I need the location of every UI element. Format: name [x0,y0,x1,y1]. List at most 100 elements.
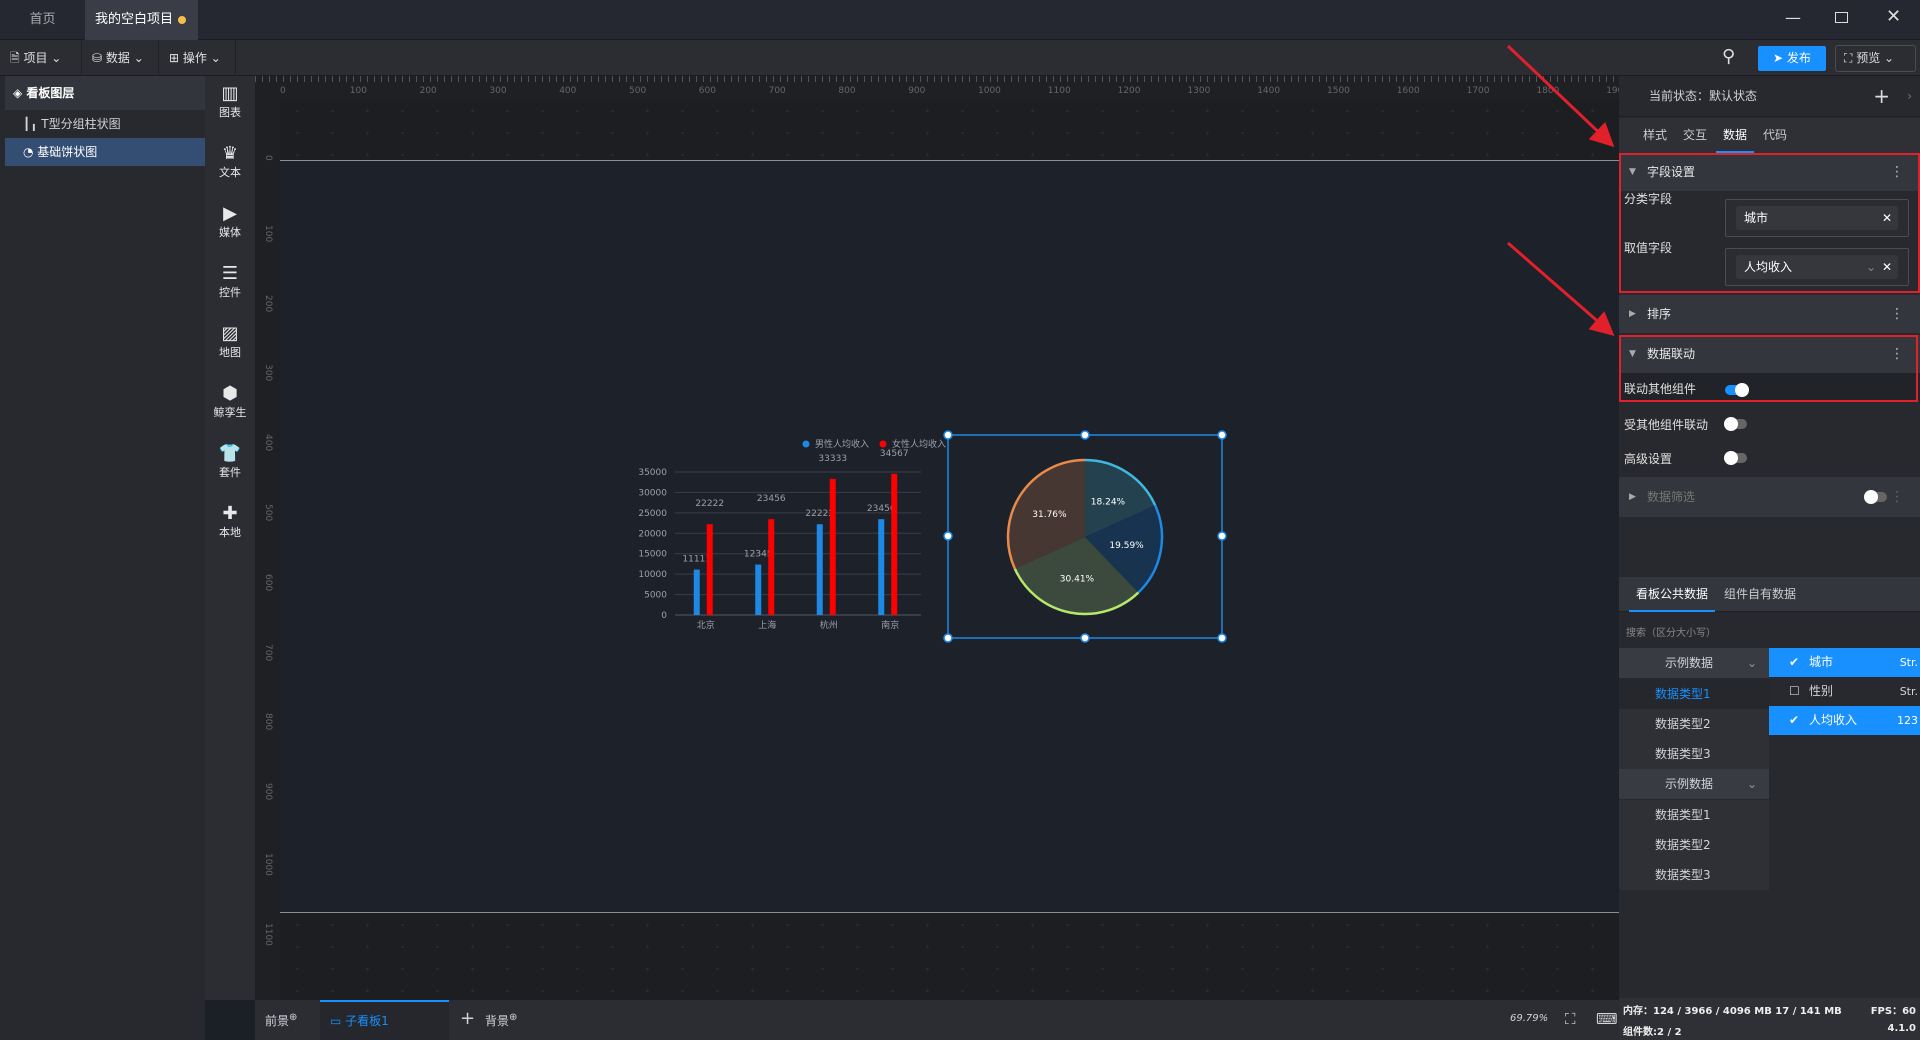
resize-handle[interactable] [943,633,953,643]
data-label: 34567 [880,449,909,459]
resize-handle[interactable] [943,531,953,541]
check-icon[interactable]: ✔ [1789,648,1799,677]
field-item[interactable]: ☐ 性别 Str. [1769,677,1920,706]
keyboard-icon[interactable]: ⌨ [1596,1010,1618,1028]
tree-item[interactable]: 数据类型2 [1619,709,1769,739]
legend-marker [802,440,810,448]
x-tick-label: 南京 [881,619,899,631]
filter-toggle[interactable] [1864,490,1887,504]
section-title: 数据联动 [1647,347,1696,361]
legend-marker [879,440,887,448]
section-data-linkage[interactable]: ▼ 数据联动 ⋮ [1619,335,1920,373]
bar[interactable] [829,478,836,615]
add-circle-icon[interactable]: ⊕ [289,1012,297,1023]
properties-panel: 当前状态：默认状态 + › 样式 交互 数据 代码 ▼ 字段设置 ⋮ 分类字段 城市 ✕ 取值… [1619,76,1920,1040]
resize-handle[interactable] [943,430,953,440]
chevron-down-icon: ⌄ [1746,777,1757,791]
foreground-tab[interactable]: 前景⊕ [265,1012,297,1029]
link-others-toggle[interactable] [1725,383,1749,397]
advanced-toggle[interactable] [1724,451,1747,465]
tree-item[interactable]: 数据类型3 [1619,860,1769,890]
resize-handle[interactable] [1217,430,1227,440]
tab-2[interactable]: 数据 [1716,118,1754,153]
y-tick-label: 0 [661,611,667,621]
category-field-select[interactable]: 城市 ✕ [1725,199,1909,237]
bar[interactable] [755,564,762,615]
bar[interactable] [768,519,775,615]
more-icon[interactable]: ⋮ [1890,477,1904,517]
state-label: 当前状态： [1649,89,1710,103]
tab-0[interactable]: 样式 [1636,118,1674,153]
background-tab[interactable]: 背景⊕ [485,1012,517,1029]
tree-group[interactable]: 示例数据 ⌄ [1619,769,1769,799]
bar[interactable] [878,519,885,615]
x-tick-label: 上海 [758,619,776,631]
tab-3[interactable]: 代码 [1756,118,1794,153]
field-item[interactable]: ✔ 人均收入 123 [1769,706,1920,735]
tree-item[interactable]: 数据类型3 [1619,739,1769,769]
tree-item[interactable]: 数据类型1 [1619,679,1769,709]
legend-label[interactable]: 男性人均收入 [815,438,869,450]
section-title: 排序 [1647,307,1672,321]
add-circle-icon[interactable]: ⊕ [509,1012,517,1023]
tree-group-label: 示例数据 [1665,656,1714,670]
tab-1[interactable]: 交互 [1676,118,1714,153]
more-icon[interactable]: ⋮ [1890,295,1904,333]
component-count-label: 组件数: [1623,1027,1657,1038]
state-row: 当前状态：默认状态 + › [1619,76,1920,117]
resize-handle[interactable] [1217,633,1227,643]
section-data-filter[interactable]: ▶ 数据筛选 ⋮ [1619,477,1920,517]
section-title: 字段设置 [1647,165,1696,179]
advanced-label: 高级设置 [1624,452,1673,466]
fps-label: FPS： [1870,1006,1903,1017]
legend-label[interactable]: 女性人均收入 [892,438,946,450]
check-icon[interactable]: ✔ [1789,706,1799,735]
caret-right-icon: ▶ [1629,492,1636,502]
bar[interactable] [816,524,823,615]
tree-item[interactable]: 数据类型1 [1619,800,1769,830]
field-item[interactable]: ✔ 城市 Str. [1769,648,1920,677]
section-sort[interactable]: ▶ 排序 ⋮ [1619,295,1920,333]
tree-item[interactable]: 数据类型2 [1619,830,1769,860]
fit-screen-icon[interactable]: ⛶ [1565,1010,1576,1028]
resize-handle[interactable] [1080,430,1090,440]
resize-handle[interactable] [1217,531,1227,541]
chevron-down-icon: ⌄ [1746,656,1757,670]
bar[interactable] [891,473,898,615]
foreground-label: 前景 [265,1014,290,1028]
more-icon[interactable]: ⋮ [1890,335,1904,373]
bottom-bar: 前景⊕ ▭ 子看板1 + 背景⊕ 69.79% ⛶ ⌨ [255,1000,1619,1040]
bar[interactable] [706,524,713,615]
add-state-icon[interactable]: + [1873,76,1890,117]
pie-label: 19.59% [1109,541,1144,551]
y-tick-label: 30000 [638,488,667,498]
checkbox-icon[interactable]: ☐ [1789,677,1800,706]
clear-icon[interactable]: ✕ [1882,206,1892,230]
status-bar: 内存：124 / 3966 / 4096 MB 17 / 141 MB FPS：… [1619,998,1920,1040]
value-field-select[interactable]: 人均收入 ⌄ ✕ [1725,248,1909,286]
bar[interactable] [693,569,700,615]
field-name: 城市 [1809,655,1834,669]
chevron-down-icon[interactable]: ⌄ [1866,255,1876,279]
search-input[interactable]: 搜索（区分大小写） [1626,624,1716,639]
linked-by-others-toggle[interactable] [1724,417,1747,431]
x-tick-label: 北京 [697,619,715,631]
section-field-settings[interactable]: ▼ 字段设置 ⋮ [1619,153,1920,191]
clear-icon[interactable]: ✕ [1882,255,1892,279]
data-tab-1[interactable]: 组件自有数据 [1717,577,1803,612]
data-label: 23456 [757,494,786,504]
y-tick-label: 5000 [644,591,667,601]
more-icon[interactable]: ⋮ [1890,153,1904,191]
tree-group[interactable]: 示例数据 ⌄ [1619,648,1769,678]
version: 4.1.0 [1887,1023,1916,1034]
pie-label: 30.41% [1060,575,1095,585]
subboard-tab[interactable]: ▭ 子看板1 [320,1000,449,1040]
data-tab-0[interactable]: 看板公共数据 [1629,577,1715,612]
state-value[interactable]: 默认状态 [1709,89,1757,103]
y-tick-label: 35000 [638,468,667,478]
resize-handle[interactable] [1080,633,1090,643]
chevron-right-icon[interactable]: › [1907,76,1912,117]
add-board-button[interactable]: + [460,1008,475,1029]
fps-value: 60 [1902,1006,1916,1017]
caret-down-icon: ▼ [1629,349,1636,359]
